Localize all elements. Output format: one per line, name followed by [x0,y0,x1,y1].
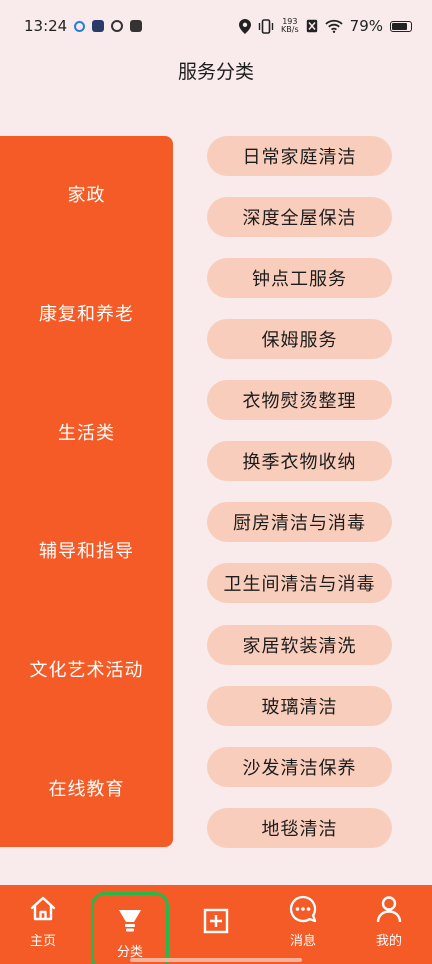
status-left: 13:24 [24,17,143,35]
home-icon [30,896,56,920]
notification-play-icon [92,20,105,32]
service-sofa-care[interactable]: 沙发清洁保养 [207,747,392,787]
screen: 13:24 193 KB/s 79% 服务分类 家政 康复和养老 生活类 辅导和… [0,0,432,964]
no-sim-icon [306,19,317,33]
person-icon [376,895,402,922]
nav-category[interactable]: 分类 [91,892,169,964]
service-hourly-worker[interactable]: 钟点工服务 [207,258,392,298]
status-right: 193 KB/s 79% [239,17,412,35]
notification-message-icon [130,20,143,32]
nav-category-label: 分类 [116,944,143,960]
service-carpet-cleaning[interactable]: 地毯清洁 [207,808,392,848]
bottom-nav: 主页 分类 消息 我的 [0,885,432,964]
nav-me-label: 我的 [375,933,402,949]
status-bar: 13:24 193 KB/s 79% [0,0,432,52]
notification-link-icon [111,20,124,32]
service-ironing[interactable]: 衣物熨烫整理 [207,380,392,420]
service-daily-cleaning[interactable]: 日常家庭清洁 [207,136,392,176]
nav-messages[interactable]: 消息 [267,885,339,957]
home-indicator [130,958,302,962]
category-item-online-education[interactable]: 在线教育 [0,768,173,808]
battery-percent: 79% [349,17,383,35]
service-deep-cleaning[interactable]: 深度全屋保洁 [207,197,392,237]
category-item-housekeeping[interactable]: 家政 [0,174,173,214]
wifi-icon [325,19,343,33]
nav-home[interactable]: 主页 [7,885,79,957]
net-speed-unit: KB/s [281,25,299,34]
service-nanny[interactable]: 保姆服务 [207,319,392,359]
notification-app-icon [74,20,86,32]
category-item-rehab-elderly-care[interactable]: 康复和养老 [0,293,173,333]
page-title: 服务分类 [177,61,254,83]
service-glass-cleaning[interactable]: 玻璃清洁 [207,686,392,726]
battery-icon [390,20,412,32]
service-kitchen-cleaning[interactable]: 厨房清洁与消毒 [207,502,392,542]
nav-me[interactable]: 我的 [353,885,425,957]
nav-home-label: 主页 [29,933,56,949]
category-item-daily-life[interactable]: 生活类 [0,412,173,452]
service-soft-furnishing-cleaning[interactable]: 家居软装清洗 [207,625,392,665]
category-item-tutoring-guidance[interactable]: 辅导和指导 [0,530,173,570]
status-time: 13:24 [24,17,68,35]
location-icon [239,18,252,34]
nav-messages-label: 消息 [289,933,316,949]
funnel-icon [119,909,141,931]
category-item-culture-arts[interactable]: 文化艺术活动 [0,649,173,689]
service-seasonal-storage[interactable]: 换季衣物收纳 [207,441,392,481]
service-bathroom-cleaning[interactable]: 卫生间清洁与消毒 [207,563,392,603]
net-speed: 193 KB/s [281,18,299,34]
vibrate-icon [258,18,274,34]
nav-add[interactable] [180,885,252,957]
category-panel: 家政 康复和养老 生活类 辅导和指导 文化艺术活动 在线教育 [0,136,173,847]
plus-square-icon [203,908,229,934]
chat-bubble-icon [289,895,317,922]
